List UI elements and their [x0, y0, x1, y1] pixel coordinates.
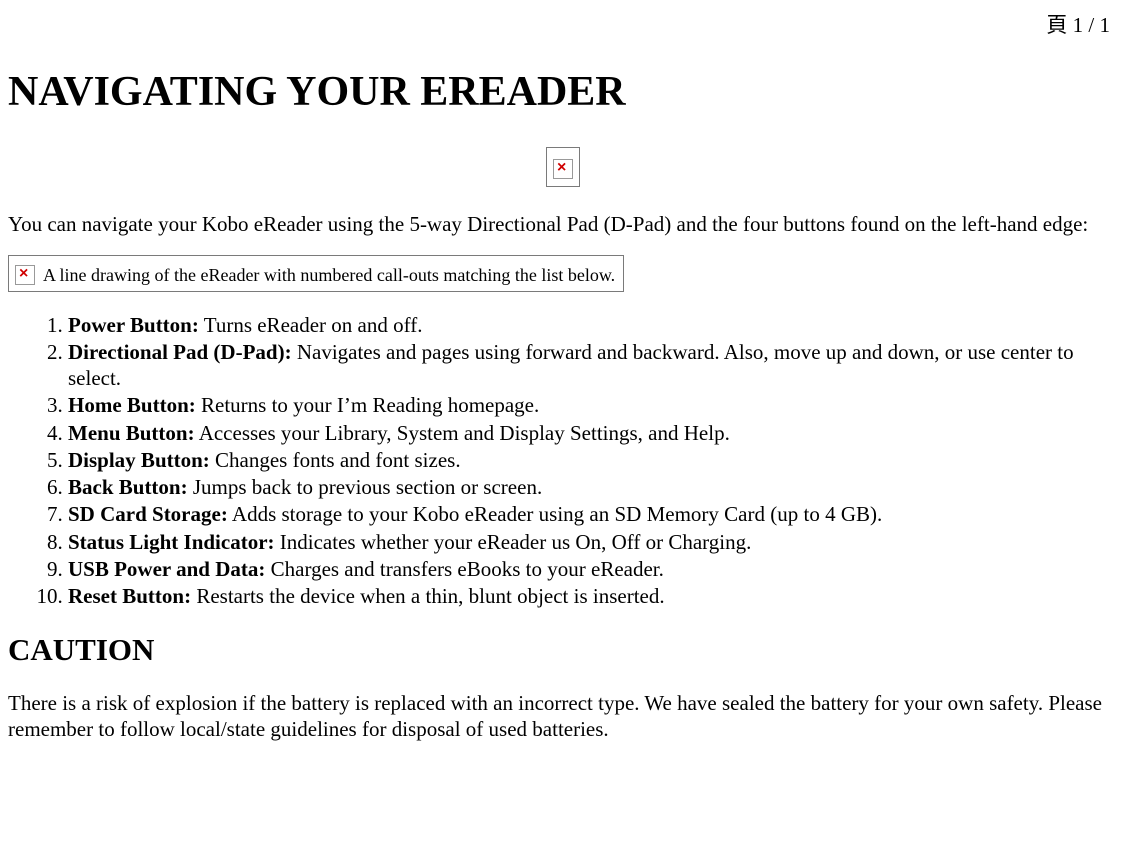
- item-title: Status Light Indicator:: [68, 530, 275, 554]
- list-item: Display Button: Changes fonts and font s…: [68, 447, 1118, 473]
- item-desc: Changes fonts and font sizes.: [210, 448, 461, 472]
- list-item: Reset Button: Restarts the device when a…: [68, 583, 1118, 609]
- item-title: Reset Button:: [68, 584, 191, 608]
- list-item: Back Button: Jumps back to previous sect…: [68, 474, 1118, 500]
- item-title: USB Power and Data:: [68, 557, 265, 581]
- item-desc: Charges and transfers eBooks to your eRe…: [265, 557, 664, 581]
- item-title: Back Button:: [68, 475, 188, 499]
- broken-image-caption: A line drawing of the eReader with numbe…: [43, 265, 615, 285]
- item-title: Directional Pad (D-Pad):: [68, 340, 292, 364]
- item-title: Menu Button:: [68, 421, 195, 445]
- item-desc: Restarts the device when a thin, blunt o…: [191, 584, 665, 608]
- item-desc: Accesses your Library, System and Displa…: [195, 421, 730, 445]
- feature-list: Power Button: Turns eReader on and off. …: [8, 312, 1118, 610]
- broken-image-icon: [553, 159, 573, 179]
- list-item: Power Button: Turns eReader on and off.: [68, 312, 1118, 338]
- intro-paragraph: You can navigate your Kobo eReader using…: [8, 211, 1118, 237]
- item-title: SD Card Storage:: [68, 502, 228, 526]
- page-title: NAVIGATING YOUR EREADER: [8, 66, 1118, 119]
- item-desc: Indicates whether your eReader us On, Of…: [275, 530, 752, 554]
- item-desc: Jumps back to previous section or screen…: [188, 475, 543, 499]
- item-desc: Turns eReader on and off.: [199, 313, 423, 337]
- caution-heading: CAUTION: [8, 631, 1118, 670]
- list-item: Status Light Indicator: Indicates whethe…: [68, 529, 1118, 555]
- page-indicator: 頁 1 / 1: [8, 8, 1118, 38]
- image-placeholder-with-caption: A line drawing of the eReader with numbe…: [8, 255, 624, 291]
- list-item: Directional Pad (D-Pad): Navigates and p…: [68, 339, 1118, 392]
- broken-image-box: [546, 147, 580, 187]
- item-title: Home Button:: [68, 393, 196, 417]
- broken-image-icon: [15, 265, 35, 285]
- item-desc: Adds storage to your Kobo eReader using …: [228, 502, 882, 526]
- list-item: Home Button: Returns to your I’m Reading…: [68, 392, 1118, 418]
- list-item: SD Card Storage: Adds storage to your Ko…: [68, 501, 1118, 527]
- image-placeholder-centered: [8, 147, 1118, 187]
- list-item: USB Power and Data: Charges and transfer…: [68, 556, 1118, 582]
- item-title: Display Button:: [68, 448, 210, 472]
- item-title: Power Button:: [68, 313, 199, 337]
- caution-paragraph: There is a risk of explosion if the batt…: [8, 690, 1118, 743]
- list-item: Menu Button: Accesses your Library, Syst…: [68, 420, 1118, 446]
- item-desc: Returns to your I’m Reading homepage.: [196, 393, 540, 417]
